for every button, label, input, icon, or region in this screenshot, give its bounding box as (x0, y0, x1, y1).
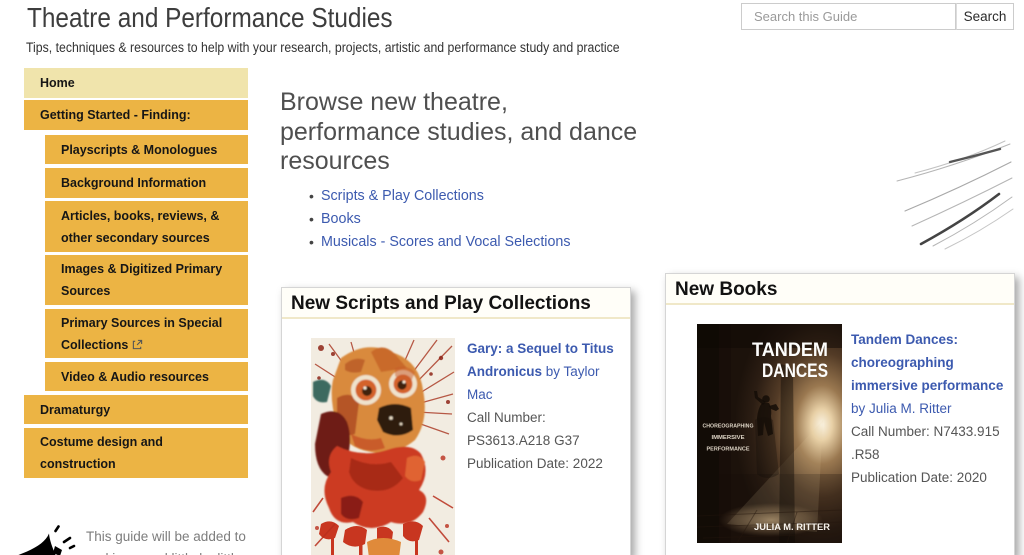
svg-text:IMMERSIVE: IMMERSIVE (712, 435, 745, 441)
svg-text:DANCES: DANCES (762, 360, 828, 382)
svg-text:CHOREOGRAPHING: CHOREOGRAPHING (703, 424, 754, 430)
svg-text:JULIA M. RITTER: JULIA M. RITTER (754, 522, 831, 532)
svg-text:PERFORMANCE: PERFORMANCE (707, 447, 750, 453)
svg-text:TANDEM: TANDEM (752, 339, 828, 361)
